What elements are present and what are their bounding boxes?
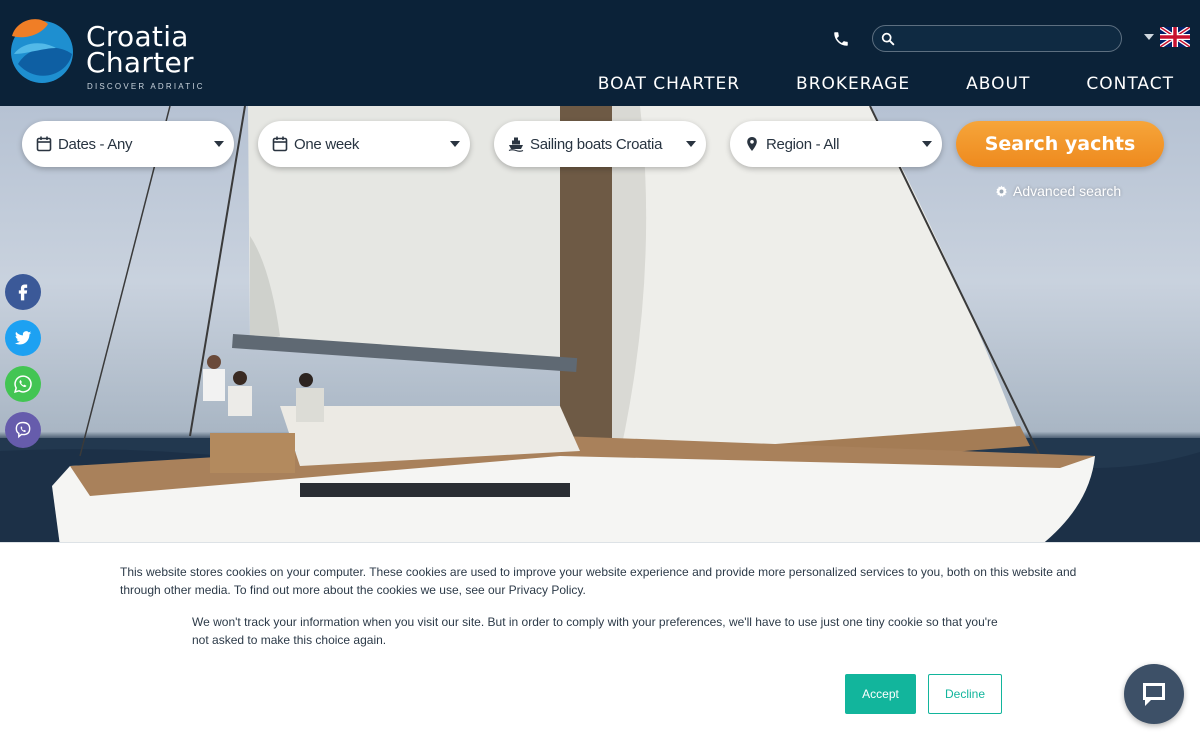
main-nav: BOAT CHARTER BROKERAGE ABOUT CONTACT	[598, 74, 1174, 94]
uk-flag-icon[interactable]	[1160, 27, 1190, 47]
region-select[interactable]: Region - All	[730, 121, 942, 167]
gear-icon	[996, 185, 1007, 197]
duration-select-value: One week	[294, 136, 360, 153]
brand-name-line2: Charter	[86, 46, 194, 79]
boat-type-select-value: Sailing boats Croatia	[530, 136, 663, 153]
phone-icon[interactable]	[832, 30, 850, 48]
sailboat-hero-image	[0, 106, 1200, 546]
nav-contact[interactable]: CONTACT	[1086, 74, 1174, 94]
whatsapp-icon	[14, 375, 32, 393]
viber-button[interactable]	[5, 412, 41, 448]
nav-boat-charter[interactable]: BOAT CHARTER	[598, 74, 740, 94]
cookie-text-primary: This website stores cookies on your comp…	[120, 565, 1077, 597]
search-yachts-button[interactable]: Search yachts	[956, 121, 1164, 167]
accept-cookies-button[interactable]: Accept	[845, 674, 916, 714]
calendar-icon	[36, 136, 52, 152]
decline-cookies-button[interactable]: Decline	[928, 674, 1002, 714]
facebook-icon	[18, 284, 28, 301]
viber-icon	[15, 421, 31, 439]
chat-widget-button[interactable]	[1124, 664, 1184, 724]
advanced-search-link[interactable]: Advanced search	[995, 183, 1121, 199]
nav-brokerage[interactable]: BROKERAGE	[796, 74, 910, 94]
calendar-icon	[272, 136, 288, 152]
boat-type-select[interactable]: Sailing boats Croatia	[494, 121, 706, 167]
cookie-text-secondary: We won't track your information when you…	[192, 615, 998, 647]
cookie-consent-banner: This website stores cookies on your comp…	[0, 542, 1200, 740]
chevron-down-icon	[450, 141, 460, 147]
twitter-button[interactable]	[5, 320, 41, 356]
dates-select-value: Dates - Any	[58, 136, 133, 153]
region-select-value: Region - All	[766, 136, 840, 153]
dates-select[interactable]: Dates - Any	[22, 121, 234, 167]
site-search-input[interactable]	[872, 25, 1122, 52]
whatsapp-button[interactable]	[5, 366, 41, 402]
logo-mark-icon	[11, 19, 73, 83]
ship-icon	[508, 137, 524, 152]
brand-name: Croatia Charter	[86, 23, 194, 79]
twitter-icon	[14, 331, 32, 345]
facebook-button[interactable]	[5, 274, 41, 310]
language-dropdown-caret-icon[interactable]	[1144, 34, 1154, 40]
chevron-down-icon	[214, 141, 224, 147]
site-header: Croatia Charter DISCOVER ADRIATIC BOAT C…	[0, 0, 1200, 106]
site-logo[interactable]: Croatia Charter DISCOVER ADRIATIC	[8, 14, 208, 94]
chat-bubble-icon	[1143, 683, 1165, 706]
brand-tagline: DISCOVER ADRIATIC	[87, 82, 205, 91]
chevron-down-icon	[686, 141, 696, 147]
advanced-search-label: Advanced search	[1013, 183, 1122, 199]
nav-about[interactable]: ABOUT	[966, 74, 1030, 94]
hero-banner: Dates - Any One week Sailing boats Croat…	[0, 106, 1200, 546]
chevron-down-icon	[922, 141, 932, 147]
search-icon	[881, 32, 895, 46]
duration-select[interactable]: One week	[258, 121, 470, 167]
map-marker-icon	[747, 137, 757, 151]
